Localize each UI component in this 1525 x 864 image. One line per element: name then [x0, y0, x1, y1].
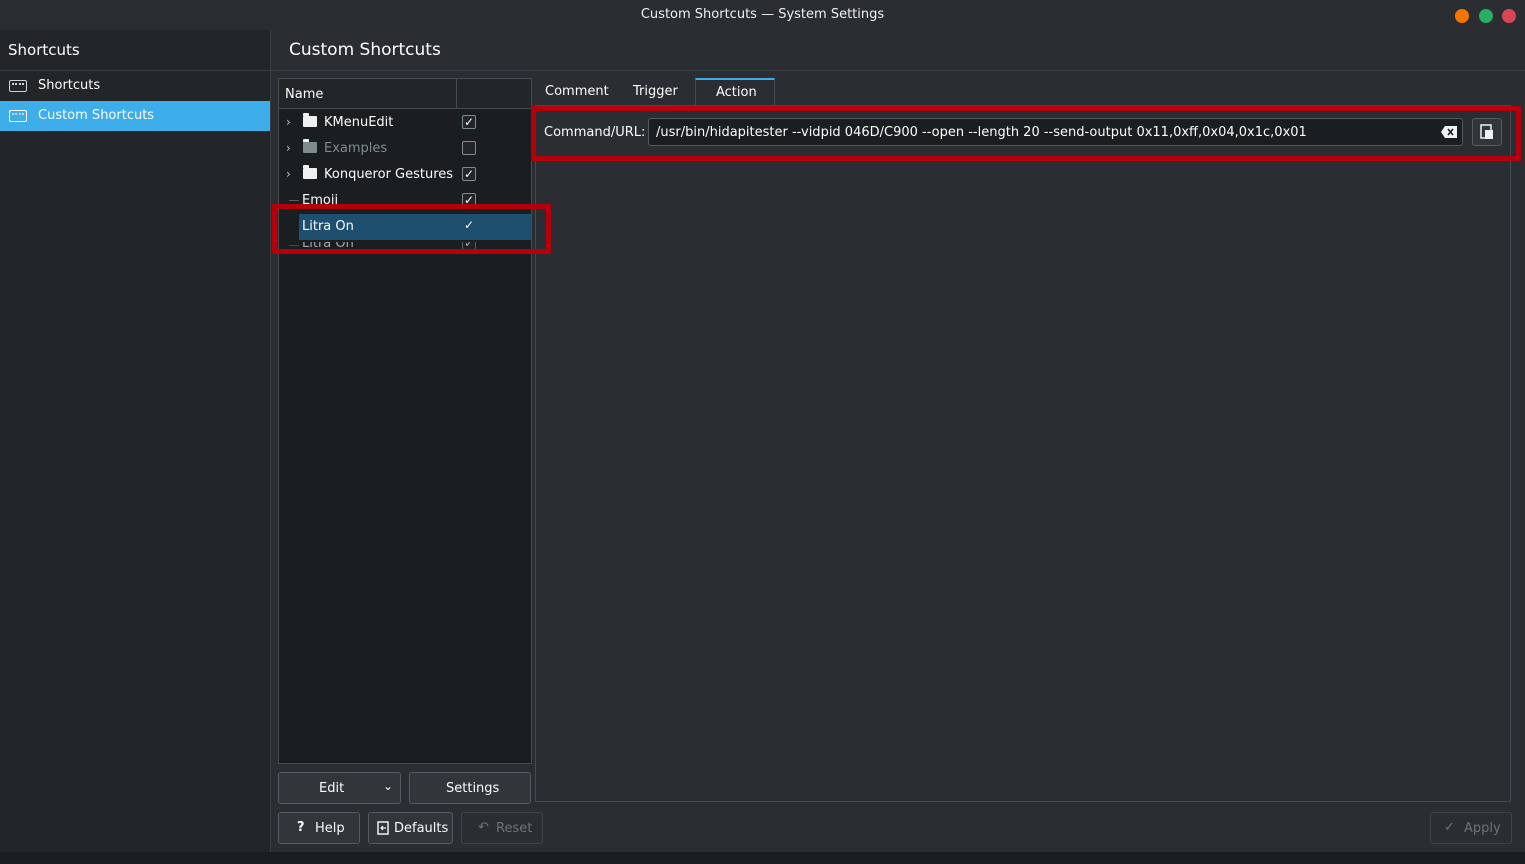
browse-button[interactable] [1472, 118, 1502, 146]
keyboard-icon [9, 80, 27, 92]
tab-comment[interactable]: Comment [536, 78, 622, 106]
folder-icon [303, 139, 317, 153]
command-url-label: Command/URL: [544, 125, 646, 140]
undo-icon: ↶ [478, 820, 489, 835]
edit-dropdown-button[interactable]: Edit ⌄ [278, 772, 401, 804]
bottom-strip [0, 852, 1525, 864]
apply-button[interactable]: ✓ Apply [1430, 812, 1512, 844]
tab-trigger[interactable]: Trigger [622, 78, 696, 106]
defaults-button-label: Defaults [394, 821, 449, 836]
tree-row-emoji[interactable]: Emoji ✓ [279, 188, 531, 208]
folder-icon [303, 165, 317, 179]
chevron-right-icon[interactable]: › [286, 115, 291, 129]
sidebar-item-shortcuts[interactable]: Shortcuts [0, 71, 270, 101]
enabled-checkbox[interactable]: ✓ [462, 219, 476, 233]
maximize-button[interactable] [1479, 9, 1493, 23]
sidebar-item-label: Shortcuts [38, 78, 101, 93]
command-url-value: /usr/bin/hidapitester --vidpid 046D/C900… [656, 125, 1307, 140]
help-icon: ? [297, 820, 305, 835]
enabled-checkbox[interactable]: ✓ [462, 242, 476, 250]
tree-row-kmenuedit[interactable]: › KMenuEdit ✓ [279, 110, 531, 136]
close-button[interactable] [1502, 9, 1516, 23]
tree-row-label: Litra On [302, 242, 354, 251]
chevron-down-icon: ⌄ [383, 779, 394, 793]
enabled-checkbox[interactable]: ✓ [462, 167, 476, 181]
minimize-button[interactable] [1455, 9, 1469, 23]
sidebar: Shortcuts Shortcuts Custom Shortcuts [0, 30, 271, 852]
chevron-right-icon[interactable]: › [286, 167, 291, 181]
enabled-checkbox[interactable] [462, 141, 476, 155]
clear-icon[interactable] [1441, 126, 1457, 138]
tree-row-examples[interactable]: › Examples [279, 136, 531, 162]
tree-row-label: Litra On [302, 219, 354, 234]
open-file-icon [1480, 124, 1493, 139]
help-button-label: Help [315, 821, 345, 836]
tree-row-label: KMenuEdit [324, 115, 394, 130]
reset-button-label: Reset [496, 821, 533, 836]
tab-label: Comment [545, 84, 609, 99]
tree-branch-line [289, 200, 299, 201]
help-button[interactable]: ? Help [278, 812, 360, 844]
folder-icon [303, 113, 317, 127]
tree-row-label: Emoji [302, 193, 339, 208]
defaults-icon [377, 821, 389, 835]
sidebar-header: Shortcuts [0, 30, 270, 71]
checkmark-icon: ✓ [1444, 820, 1455, 835]
keyboard-icon [9, 110, 27, 122]
settings-button[interactable]: Settings [409, 772, 531, 804]
enabled-checkbox[interactable]: ✓ [462, 193, 476, 207]
tab-action[interactable]: Action [695, 78, 775, 106]
tree-branch-line [289, 245, 299, 246]
sidebar-item-label: Custom Shortcuts [38, 108, 155, 123]
shortcuts-tree[interactable]: Name › KMenuEdit ✓ › Examples › Konquero… [278, 78, 532, 764]
tree-row-label: Examples [324, 141, 388, 156]
window-title: Custom Shortcuts — System Settings [640, 7, 885, 22]
settings-button-label: Settings [446, 781, 500, 796]
chevron-right-icon[interactable]: › [286, 141, 291, 155]
tab-label: Action [716, 85, 757, 100]
column-separator [456, 79, 457, 108]
reset-button[interactable]: ↶ Reset [461, 812, 543, 844]
tree-row-konqueror-gestures[interactable]: › Konqueror Gestures ✓ [279, 162, 531, 188]
column-header-name[interactable]: Name [285, 87, 323, 102]
enabled-checkbox[interactable]: ✓ [462, 115, 476, 129]
window-titlebar: Custom Shortcuts — System Settings [0, 0, 1525, 30]
tree-row-litra-on[interactable]: Litra On ✓ [279, 242, 531, 252]
apply-button-label: Apply [1464, 821, 1501, 836]
tab-panel [535, 105, 1511, 802]
page-header: Custom Shortcuts [271, 30, 1525, 71]
page-title: Custom Shortcuts [289, 40, 441, 60]
command-url-input[interactable]: /usr/bin/hidapitester --vidpid 046D/C900… [648, 118, 1463, 146]
tree-row-label: Konqueror Gestures [324, 167, 454, 182]
sidebar-item-custom-shortcuts[interactable]: Custom Shortcuts [0, 101, 270, 131]
sidebar-title: Shortcuts [8, 41, 80, 59]
edit-button-label: Edit [319, 781, 345, 796]
tab-label: Trigger [633, 84, 678, 99]
tree-header: Name [279, 79, 531, 109]
tree-row-litra-on-selected[interactable]: Litra On ✓ [299, 214, 531, 240]
defaults-button[interactable]: Defaults [368, 812, 453, 844]
